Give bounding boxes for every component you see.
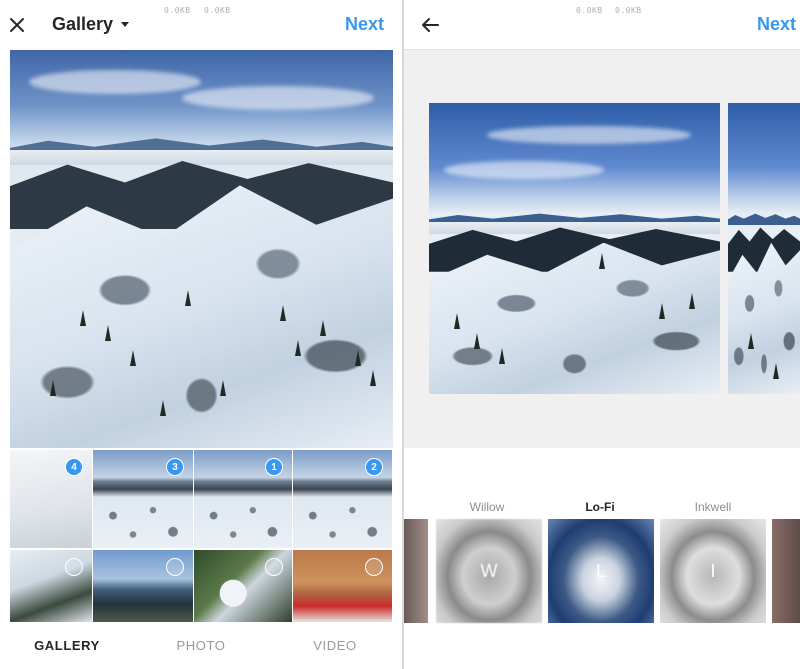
filter-tray: Willow Lo-Fi Inkwell W L I <box>404 448 800 669</box>
thumbnail[interactable]: 3 <box>93 450 193 548</box>
tab-video[interactable]: VIDEO <box>268 626 402 669</box>
next-button[interactable]: Next <box>345 14 384 35</box>
filter-thumbnail[interactable] <box>772 519 800 623</box>
thumbnail[interactable] <box>93 550 193 622</box>
select-circle-icon[interactable] <box>65 558 83 576</box>
netspeed-indicator: 0.0KB <box>576 6 603 15</box>
netspeed-indicator: 0.0KB <box>615 6 642 15</box>
gallery-dropdown[interactable]: Gallery <box>52 14 130 35</box>
filter-thumbnail-willow[interactable]: W <box>436 519 542 623</box>
netspeed-indicator: 0.0KB <box>204 6 231 15</box>
filter-initial: W <box>480 560 498 581</box>
filter-thumbnail-lofi[interactable]: L <box>548 519 654 623</box>
thumbnail[interactable]: 1 <box>194 450 292 548</box>
filter-header: 0.0KB 0.0KB Next <box>404 0 800 50</box>
filter-label-inkwell[interactable]: Inkwell <box>660 500 766 514</box>
thumbnail[interactable] <box>293 550 392 622</box>
source-tabs: GALLERY PHOTO VIDEO <box>0 626 402 669</box>
close-icon[interactable] <box>6 14 28 36</box>
filter-initial: I <box>710 560 716 581</box>
gallery-panel: 0.0KB 0.0KB Gallery Next 4 3 1 2 GALLERY… <box>0 0 402 669</box>
gallery-header: 0.0KB 0.0KB Gallery Next <box>0 0 402 50</box>
selected-photo-preview <box>10 50 393 448</box>
caret-down-icon <box>121 22 130 27</box>
filter-panel: 0.0KB 0.0KB Next Willow Lo-Fi Inkwell W … <box>404 0 800 669</box>
tab-photo[interactable]: PHOTO <box>134 626 268 669</box>
thumbnail[interactable]: 4 <box>10 450 92 548</box>
selection-order-badge: 4 <box>65 458 83 476</box>
filter-names: Willow Lo-Fi Inkwell <box>404 500 800 518</box>
select-circle-icon[interactable] <box>166 558 184 576</box>
gallery-title: Gallery <box>52 14 114 34</box>
next-button[interactable]: Next <box>757 14 796 35</box>
arrow-left-icon[interactable] <box>418 14 442 36</box>
selection-order-badge: 2 <box>365 458 383 476</box>
tab-gallery[interactable]: GALLERY <box>0 626 134 669</box>
filter-thumbnail[interactable] <box>404 519 428 623</box>
filter-label-willow[interactable]: Willow <box>434 500 540 514</box>
edit-photo-preview[interactable] <box>429 103 720 394</box>
thumbnail[interactable] <box>10 550 92 622</box>
selection-order-badge: 3 <box>166 458 184 476</box>
select-circle-icon[interactable] <box>365 558 383 576</box>
thumbnail[interactable]: 2 <box>293 450 392 548</box>
filter-initial: L <box>595 560 606 581</box>
thumbnail[interactable] <box>194 550 292 622</box>
next-photo-preview[interactable] <box>728 103 800 394</box>
select-circle-icon[interactable] <box>265 558 283 576</box>
netspeed-indicator: 0.0KB <box>164 6 191 15</box>
filter-thumbnail-inkwell[interactable]: I <box>660 519 766 623</box>
selection-order-badge: 1 <box>265 458 283 476</box>
filter-label-lofi[interactable]: Lo-Fi <box>547 500 653 514</box>
thumbnail-grid: 4 3 1 2 <box>10 450 393 624</box>
